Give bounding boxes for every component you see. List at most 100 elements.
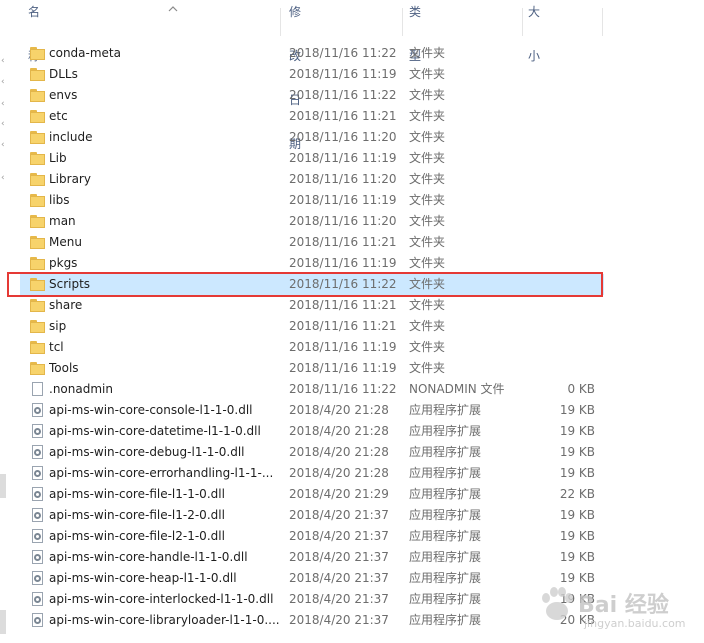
file-size: 19 KB: [559, 424, 595, 438]
file-name: api-ms-win-core-debug-l1-1-0.dll: [49, 445, 245, 459]
folder-icon: [30, 213, 46, 230]
file-row[interactable]: api-ms-win-core-errorhandling-l1-1-... 20…: [20, 463, 604, 484]
folder-icon: [30, 171, 46, 188]
file-size: 19 KB: [559, 466, 595, 480]
folder-icon: [30, 129, 46, 146]
file-type: 文件夹: [409, 67, 446, 81]
file-row[interactable]: .nonadmin 2018/11/16 11:22 NONADMIN 文件 0 KB: [20, 379, 604, 400]
file-row[interactable]: api-ms-win-core-datetime-l1-1-0.dll 2018/…: [20, 421, 604, 442]
file-name: man: [49, 214, 76, 228]
chevron-left-icon[interactable]: ‹: [1, 99, 5, 109]
baidu-watermark: Bai 经验 jingyan.baidu.com: [534, 577, 704, 637]
folder-icon: [30, 339, 46, 356]
file-size: 19 KB: [559, 529, 595, 543]
file-row[interactable]: api-ms-win-core-interlocked-l1-1-0.dll 20…: [20, 589, 604, 610]
file-name: conda-meta: [49, 46, 121, 60]
file-type: 文件夹: [409, 46, 446, 60]
file-row[interactable]: api-ms-win-core-file-l1-1-0.dll 2018/4/20…: [20, 484, 604, 505]
file-row[interactable]: Lib 2018/11/16 11:19 文件夹: [20, 148, 604, 169]
file-row[interactable]: sip 2018/11/16 11:21 文件夹: [20, 316, 604, 337]
file-date: 2018/4/20 21:28: [289, 445, 389, 459]
file-size: 0 KB: [567, 382, 595, 396]
file-date: 2018/11/16 11:19: [289, 151, 397, 165]
file-type: 应用程序扩展: [409, 424, 482, 438]
column-divider[interactable]: [602, 8, 603, 36]
file-name: share: [49, 298, 83, 312]
file-date: 2018/4/20 21:28: [289, 466, 389, 480]
file-size: [524, 148, 595, 169]
folder-icon: [30, 66, 46, 83]
file-size: [524, 211, 595, 232]
file-row[interactable]: api-ms-win-core-handle-l1-1-0.dll 2018/4/…: [20, 547, 604, 568]
file-name: DLLs: [49, 67, 78, 81]
file-type: 文件夹: [409, 340, 446, 354]
file-name: api-ms-win-core-handle-l1-1-0.dll: [49, 550, 248, 564]
file-row[interactable]: Tools 2018/11/16 11:19 文件夹: [20, 358, 604, 379]
chevron-left-icon[interactable]: ‹: [1, 140, 5, 150]
file-size: [524, 358, 595, 379]
file-name: api-ms-win-core-errorhandling-l1-1-...: [49, 466, 274, 480]
file-date: 2018/11/16 11:20: [289, 214, 397, 228]
file-name: api-ms-win-core-heap-l1-1-0.dll: [49, 571, 237, 585]
file-date: 2018/11/16 11:21: [289, 109, 397, 123]
file-type: 文件夹: [409, 361, 446, 375]
file-name: Lib: [49, 151, 67, 165]
file-size: 19 KB: [559, 445, 595, 459]
file-date: 2018/4/20 21:28: [289, 403, 389, 417]
file-name: include: [49, 130, 93, 144]
file-row[interactable]: api-ms-win-core-file-l1-2-0.dll 2018/4/20…: [20, 505, 604, 526]
folder-icon: [30, 108, 46, 125]
file-row[interactable]: libs 2018/11/16 11:19 文件夹: [20, 190, 604, 211]
chevron-left-icon[interactable]: ‹: [1, 56, 5, 66]
file-date: 2018/11/16 11:21: [289, 235, 397, 249]
watermark-url: jingyan.baidu.com: [584, 617, 686, 630]
file-row[interactable]: include 2018/11/16 11:20 文件夹: [20, 127, 604, 148]
file-row[interactable]: api-ms-win-core-file-l2-1-0.dll 2018/4/20…: [20, 526, 604, 547]
column-divider[interactable]: [522, 8, 523, 36]
file-size: [524, 64, 595, 85]
chevron-left-icon[interactable]: ‹: [1, 119, 5, 129]
file-size: [524, 85, 595, 106]
chevron-left-icon[interactable]: ‹: [1, 77, 5, 87]
column-divider[interactable]: [402, 8, 403, 36]
file-date: 2018/11/16 11:22: [289, 88, 397, 102]
file-icon: [30, 381, 46, 398]
folder-icon: [30, 234, 46, 251]
column-divider[interactable]: [280, 8, 281, 36]
file-date: 2018/11/16 11:20: [289, 130, 397, 144]
file-row[interactable]: etc 2018/11/16 11:21 文件夹: [20, 106, 604, 127]
file-name: .nonadmin: [49, 382, 113, 396]
file-date: 2018/4/20 21:29: [289, 487, 389, 501]
file-type: 文件夹: [409, 88, 446, 102]
file-row[interactable]: api-ms-win-core-heap-l1-1-0.dll 2018/4/20…: [20, 568, 604, 589]
dll-file-icon: [30, 444, 46, 461]
file-row[interactable]: man 2018/11/16 11:20 文件夹: [20, 211, 604, 232]
file-size: 19 KB: [559, 508, 595, 522]
folder-icon: [30, 255, 46, 272]
chevron-left-icon[interactable]: ‹: [1, 173, 5, 183]
file-name: api-ms-win-core-file-l2-1-0.dll: [49, 529, 225, 543]
file-row[interactable]: api-ms-win-core-libraryloader-l1-1-0....…: [20, 610, 604, 631]
file-name: api-ms-win-core-file-l1-2-0.dll: [49, 508, 225, 522]
file-row[interactable]: share 2018/11/16 11:21 文件夹: [20, 295, 604, 316]
file-row[interactable]: Library 2018/11/16 11:20 文件夹: [20, 169, 604, 190]
file-size: 22 KB: [559, 487, 595, 501]
file-size: 19 KB: [559, 550, 595, 564]
file-name: pkgs: [49, 256, 78, 270]
file-row[interactable]: tcl 2018/11/16 11:19 文件夹: [20, 337, 604, 358]
file-date: 2018/11/16 11:19: [289, 340, 397, 354]
file-row[interactable]: api-ms-win-core-console-l1-1-0.dll 2018/4…: [20, 400, 604, 421]
file-row[interactable]: DLLs 2018/11/16 11:19 文件夹: [20, 64, 604, 85]
dll-file-icon: [30, 612, 46, 629]
file-name: libs: [49, 193, 70, 207]
file-type: 应用程序扩展: [409, 529, 482, 543]
file-date: 2018/11/16 11:20: [289, 172, 397, 186]
file-row[interactable]: api-ms-win-core-debug-l1-1-0.dll 2018/4/2…: [20, 442, 604, 463]
file-row[interactable]: conda-meta 2018/11/16 11:22 文件夹: [20, 43, 604, 64]
file-name: Menu: [49, 235, 82, 249]
file-row[interactable]: envs 2018/11/16 11:22 文件夹: [20, 85, 604, 106]
dll-file-icon: [30, 591, 46, 608]
file-size: [524, 232, 595, 253]
file-row[interactable]: pkgs 2018/11/16 11:19 文件夹: [20, 253, 604, 274]
file-row[interactable]: Menu 2018/11/16 11:21 文件夹: [20, 232, 604, 253]
